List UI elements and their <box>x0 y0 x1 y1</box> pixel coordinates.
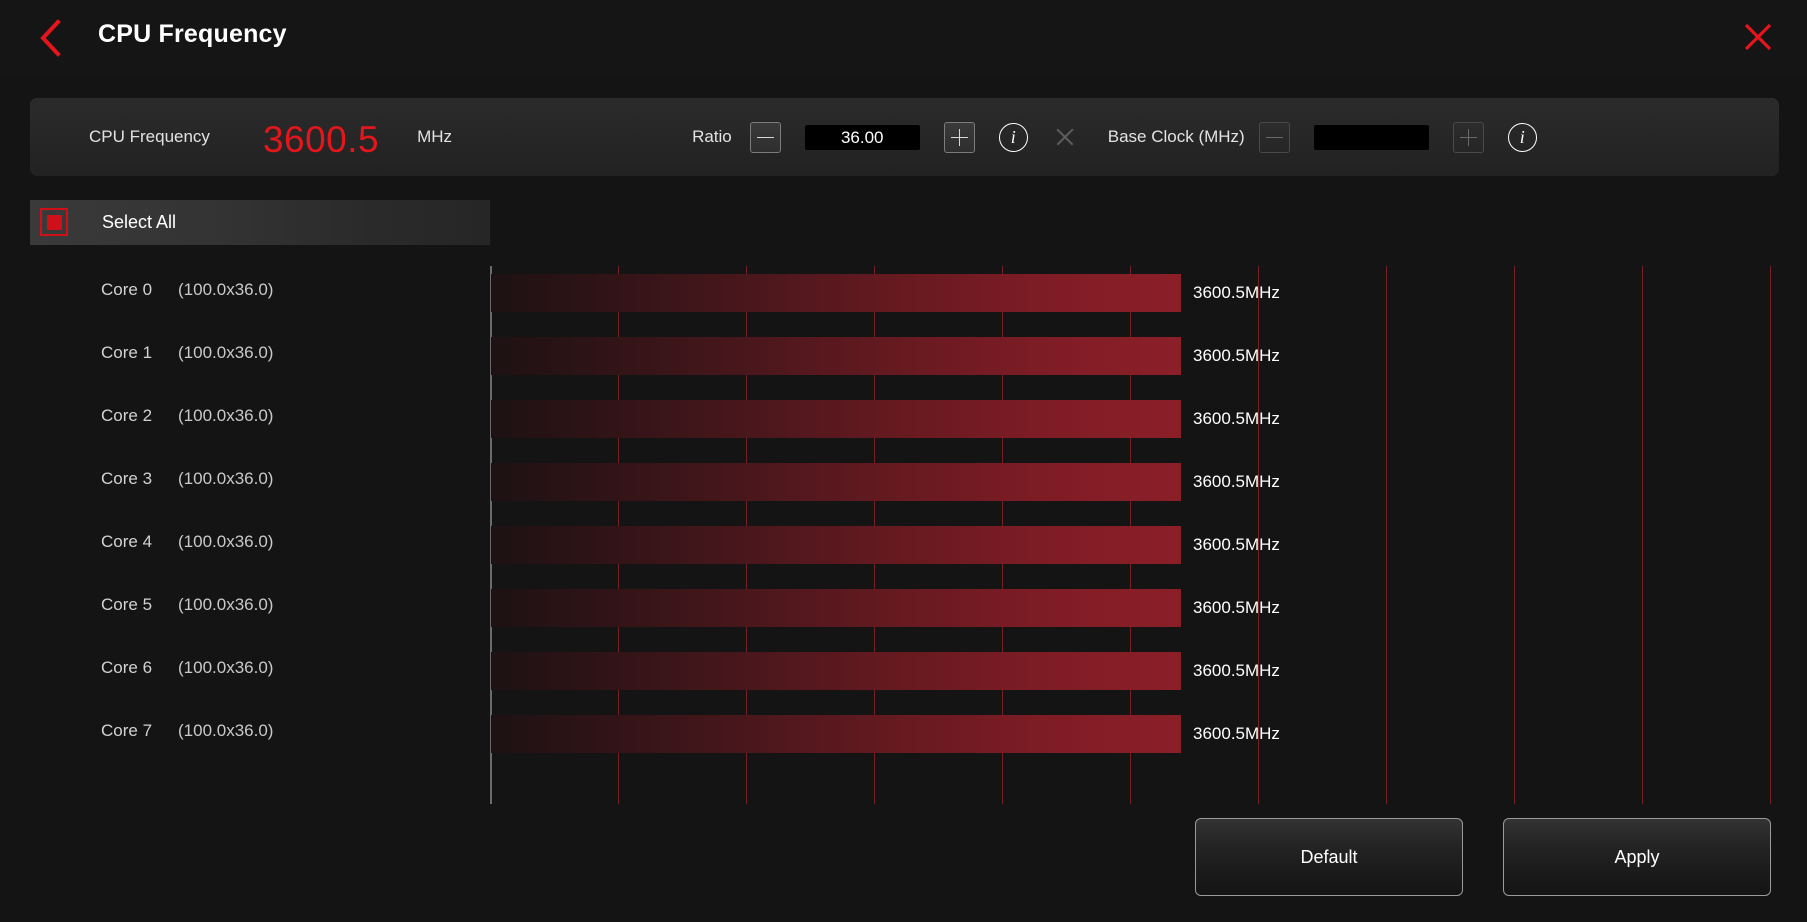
chart-bar <box>491 400 1181 438</box>
chart-bar-row: 3600.5MHz <box>491 274 1807 312</box>
default-button[interactable]: Default <box>1195 818 1463 896</box>
chart-bar-value-label: 3600.5MHz <box>1193 346 1280 365</box>
core-row[interactable]: Core 0 (100.0x36.0) <box>0 258 490 321</box>
core-ratio: (100.0x36.0) <box>178 279 274 299</box>
chart-bar-row: 3600.5MHz <box>491 337 1807 375</box>
base-clock-increment-button[interactable] <box>1452 121 1484 153</box>
core-ratio: (100.0x36.0) <box>178 468 274 488</box>
chart-bar-value-label: 3600.5MHz <box>1193 661 1280 680</box>
core-row[interactable]: Core 2 (100.0x36.0) <box>0 384 490 447</box>
plus-icon <box>950 128 968 146</box>
chart-bar-row: 3600.5MHz <box>491 652 1807 690</box>
chart-bar-value-label: 3600.5MHz <box>1193 472 1280 491</box>
footer-actions: Default Apply <box>0 818 1807 922</box>
page-title: CPU Frequency <box>98 20 287 48</box>
ratio-increment-button[interactable] <box>943 121 975 153</box>
core-name: Core 4 <box>101 531 153 551</box>
chart-bar-row: 3600.5MHz <box>491 400 1807 438</box>
cpu-frequency-value: 3600.5 <box>262 118 380 160</box>
ratio-input[interactable] <box>804 124 920 150</box>
ratio-decrement-button[interactable] <box>749 121 781 153</box>
chart-bar-value-label: 3600.5MHz <box>1193 535 1280 554</box>
chart-bar <box>491 463 1181 501</box>
core-ratio: (100.0x36.0) <box>178 720 274 740</box>
base-clock-decrement-button[interactable] <box>1258 121 1290 153</box>
back-button[interactable] <box>28 16 72 60</box>
core-name: Core 7 <box>101 720 153 740</box>
chart-bar-value-label: 3600.5MHz <box>1193 724 1280 743</box>
base-clock-info-icon[interactable]: i <box>1507 122 1537 152</box>
chart-bar <box>491 715 1181 753</box>
core-ratio: (100.0x36.0) <box>178 405 274 425</box>
chart-bar <box>491 337 1181 375</box>
core-name: Core 5 <box>101 594 153 614</box>
chart-bar-row: 3600.5MHz <box>491 715 1807 753</box>
core-row[interactable]: Core 3 (100.0x36.0) <box>0 447 490 510</box>
ratio-label: Ratio <box>692 127 732 146</box>
chart-bar-row: 3600.5MHz <box>491 589 1807 627</box>
chart-bar-value-label: 3600.5MHz <box>1193 283 1280 302</box>
core-name: Core 2 <box>101 405 153 425</box>
core-ratio: (100.0x36.0) <box>178 342 274 362</box>
cpu-frequency-label: CPU Frequency <box>89 127 210 146</box>
close-x-icon <box>1744 23 1772 51</box>
chart-bar-value-label: 3600.5MHz <box>1193 598 1280 617</box>
base-clock-input[interactable] <box>1313 124 1429 150</box>
core-name: Core 3 <box>101 468 153 488</box>
cpu-frequency-control-bar: CPU Frequency 3600.5 MHz Ratio i Base Cl… <box>30 98 1779 176</box>
chart-bar <box>491 652 1181 690</box>
multiply-separator-icon <box>1052 124 1078 150</box>
select-all-label: Select All <box>102 212 177 232</box>
core-name: Core 6 <box>101 657 153 677</box>
core-row[interactable]: Core 5 (100.0x36.0) <box>0 573 490 636</box>
chart-bar-row: 3600.5MHz <box>491 463 1807 501</box>
core-list: Core 0 (100.0x36.0) Core 1 (100.0x36.0) Core… <box>0 258 490 762</box>
core-frequency-chart: 3600.5MHz 3600.5MHz 3600.5MHz 3600.5MHz 3600… <box>490 266 1807 804</box>
title-bar: CPU Frequency <box>0 0 1807 76</box>
core-row[interactable]: Core 1 (100.0x36.0) <box>0 321 490 384</box>
ratio-info-icon[interactable]: i <box>998 122 1028 152</box>
core-name: Core 0 <box>101 279 153 299</box>
close-button[interactable] <box>1735 14 1781 60</box>
base-clock-label: Base Clock (MHz) <box>1107 127 1245 146</box>
apply-button[interactable]: Apply <box>1503 818 1771 896</box>
plus-icon <box>1459 128 1477 146</box>
core-row[interactable]: Core 4 (100.0x36.0) <box>0 510 490 573</box>
core-ratio: (100.0x36.0) <box>178 657 274 677</box>
cpu-frequency-unit: MHz <box>417 127 453 146</box>
select-all-row[interactable]: Select All <box>30 200 490 245</box>
chart-bar <box>491 274 1181 312</box>
select-all-checkbox[interactable] <box>40 208 68 236</box>
chart-bar <box>491 526 1181 564</box>
checkbox-fill-icon <box>46 214 62 230</box>
minus-icon <box>1265 129 1283 146</box>
core-row[interactable]: Core 6 (100.0x36.0) <box>0 636 490 699</box>
core-name: Core 1 <box>101 342 153 362</box>
core-row[interactable]: Core 7 (100.0x36.0) <box>0 699 490 762</box>
chevron-left-icon <box>40 19 61 57</box>
core-ratio: (100.0x36.0) <box>178 531 274 551</box>
chart-bar-value-label: 3600.5MHz <box>1193 409 1280 428</box>
core-ratio: (100.0x36.0) <box>178 594 274 614</box>
chart-bar-row: 3600.5MHz <box>491 526 1807 564</box>
minus-icon <box>756 129 774 146</box>
chart-bar <box>491 589 1181 627</box>
